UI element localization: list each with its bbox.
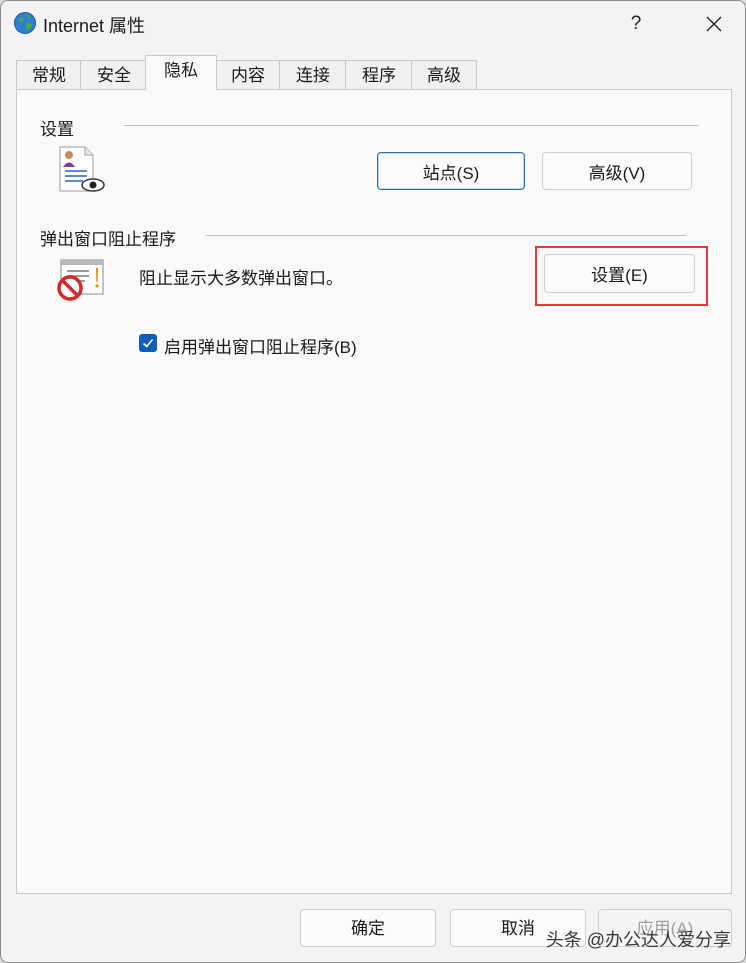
popup-settings-button[interactable]: 设置(E) [544,254,695,293]
tab-security[interactable]: 安全 [80,60,148,89]
popup-blocker-group-divider [206,235,686,236]
privacy-document-icon [57,145,107,195]
enable-popup-blocker-label[interactable]: 启用弹出窗口阻止程序(B) [164,333,357,358]
close-icon [706,16,722,32]
advanced-settings-button[interactable]: 高级(V) [542,152,692,190]
title-bar: Internet 属性 ? [1,1,745,46]
close-button[interactable] [691,9,737,39]
watermark-text: 头条 @办公达人爱分享 [545,930,731,950]
sites-button[interactable]: 站点(S) [377,152,525,190]
settings-group-divider [124,125,698,126]
tab-privacy[interactable]: 隐私 [145,55,217,90]
privacy-tab-panel: 设置 站点(S) 高级(V) 弹出窗口阻止程序 阻止显示大多数弹出窗口。 设置(… [16,89,732,894]
ok-button[interactable]: 确定 [300,909,436,947]
enable-popup-blocker-checkbox[interactable] [139,334,157,352]
popup-blocker-description: 阻止显示大多数弹出窗口。 [139,269,343,288]
internet-properties-dialog: Internet 属性 ? 常规 安全 隐私 内容 连接 程序 高级 设置 站点… [0,0,746,963]
window-title: Internet 属性 [43,16,146,36]
help-button[interactable]: ? [613,9,659,39]
settings-group-label: 设置 [40,120,74,139]
checkmark-icon [142,338,154,348]
globe-icon [13,11,37,35]
tab-connections[interactable]: 连接 [279,60,347,89]
tab-programs[interactable]: 程序 [345,60,413,89]
tab-content[interactable]: 内容 [215,60,281,89]
tab-advanced[interactable]: 高级 [411,60,477,89]
tab-general[interactable]: 常规 [16,60,82,89]
popup-blocker-icon [55,255,107,303]
popup-blocker-group-label: 弹出窗口阻止程序 [40,230,176,249]
